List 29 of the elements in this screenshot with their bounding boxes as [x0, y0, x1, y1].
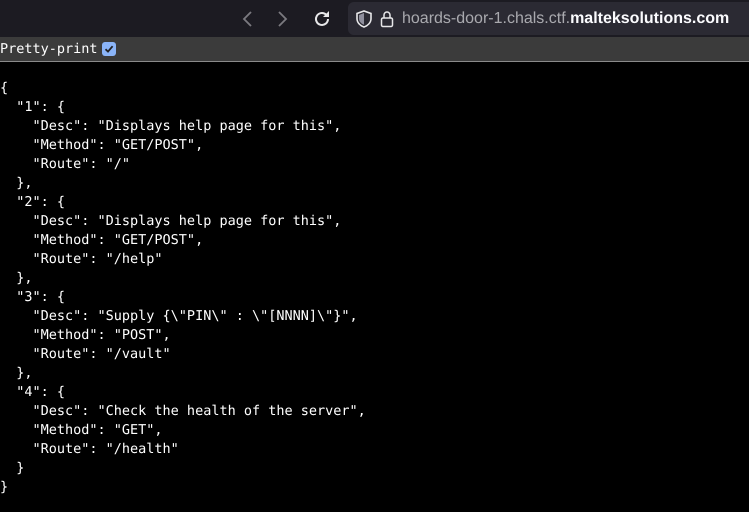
back-icon[interactable] — [240, 10, 254, 28]
shield-icon[interactable] — [356, 10, 372, 28]
code-line: { — [0, 79, 8, 98]
code-line: } — [0, 478, 8, 497]
code-line: "Route": "/help" — [32, 250, 163, 269]
pretty-print-label: Pretty-print — [0, 41, 98, 57]
code-line: "Route": "/" — [32, 155, 130, 174]
code-line: "Method": "GET/POST", — [32, 231, 204, 250]
lock-icon[interactable] — [380, 10, 394, 28]
code-line: "2": { — [15, 193, 66, 212]
code-line: }, — [15, 174, 33, 193]
code-line: "4": { — [15, 383, 66, 402]
code-line: "Desc": "Displays help page for this", — [32, 212, 342, 231]
code-line: "1": { — [15, 98, 66, 117]
code-line: "Method": "GET", — [32, 421, 163, 440]
code-line: "Method": "GET/POST", — [32, 136, 204, 155]
code-line: "Desc": "Displays help page for this", — [32, 117, 342, 136]
pretty-print-checkbox[interactable] — [102, 42, 116, 56]
code-line: } — [15, 459, 24, 478]
code-line: "Desc": "Supply {\"PIN\" : \"[NNNN]\"}", — [32, 307, 358, 326]
code-line: }, — [15, 269, 33, 288]
code-line: "Desc": "Check the health of the server", — [32, 402, 366, 421]
code-line: "Method": "POST", — [32, 326, 171, 345]
code-line: "Route": "/health" — [32, 440, 179, 459]
code-line: "3": { — [15, 288, 66, 307]
forward-icon[interactable] — [276, 10, 290, 28]
code-line: "Route": "/vault" — [32, 345, 171, 364]
code-line: }, — [15, 364, 33, 383]
reload-icon[interactable] — [312, 8, 332, 28]
